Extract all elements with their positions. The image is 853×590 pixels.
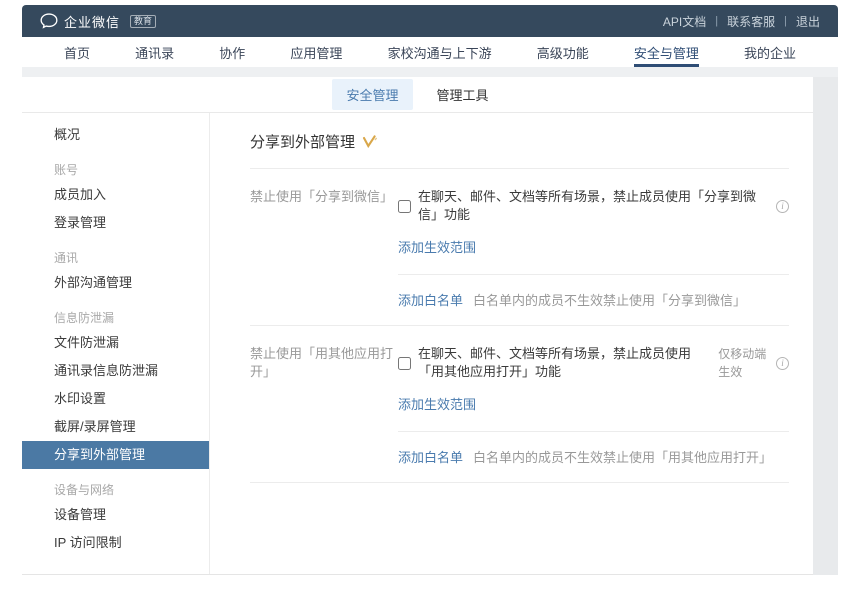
nav-item-school-communication[interactable]: 家校沟通与上下游 [388,37,492,67]
whitelist-hint: 白名单内的成员不生效禁止使用「用其他应用打开」 [473,447,772,466]
main-nav: 首页 通讯录 协作 应用管理 家校沟通与上下游 高级功能 安全与管理 我的企业 [22,37,838,67]
setting-forbid-share-to-wechat: 禁止使用「分享到微信」 在聊天、邮件、文档等所有场景，禁止成员使用「分享到微信」… [250,169,789,274]
sidebar-item-overview[interactable]: 概况 [22,121,209,149]
sidebar-item-member-join[interactable]: 成员加入 [22,181,209,209]
setting-body: 在聊天、邮件、文档等所有场景，禁止成员使用「分享到微信」功能 i 添加生效范围 [398,188,789,274]
sidebar-item-contacts-leak-prevention[interactable]: 通讯录信息防泄漏 [22,357,209,385]
info-icon[interactable]: i [776,357,789,370]
nav-item-collaboration[interactable]: 协作 [219,37,245,67]
sidebar-item-share-external-management[interactable]: 分享到外部管理 [22,441,209,469]
add-whitelist-link[interactable]: 添加白名单 [398,447,463,466]
workarea: 安全管理 管理工具 概况 账号 成员加入 登录管理 通讯 外部沟通管理 信息防泄… [22,77,838,575]
whitelist-row: 添加白名单 白名单内的成员不生效禁止使用「用其他应用打开」 [398,431,789,482]
nav-item-my-company[interactable]: 我的企业 [744,37,796,67]
setting-forbid-open-with-other-apps: 禁止使用「用其他应用打开」 在聊天、邮件、文档等所有场景，禁止成员使用「用其他应… [250,326,789,431]
divider: | [715,15,718,27]
logout-link[interactable]: 退出 [796,13,820,30]
page-title: 分享到外部管理 [250,131,355,152]
sidebar-item-watermark-settings[interactable]: 水印设置 [22,385,209,413]
divider: | [784,15,787,27]
tab-security-management[interactable]: 安全管理 [332,79,412,110]
sidebar-item-screenshot-management[interactable]: 截屏/录屏管理 [22,413,209,441]
add-whitelist-link[interactable]: 添加白名单 [398,290,463,309]
panel-body: 概况 账号 成员加入 登录管理 通讯 外部沟通管理 信息防泄漏 文件防泄漏 通讯… [22,113,813,574]
add-effective-scope-link[interactable]: 添加生效范围 [398,237,476,256]
nav-item-advanced-features[interactable]: 高级功能 [537,37,589,67]
gold-sprout-icon [362,135,377,148]
sidebar-group-communication: 通讯 [22,237,209,269]
scrollbar-track[interactable] [813,77,838,575]
add-effective-scope-link[interactable]: 添加生效范围 [398,394,476,413]
info-icon[interactable]: i [776,200,789,213]
setting-label: 禁止使用「用其他应用打开」 [250,345,398,431]
checkbox-line: 在聊天、邮件、文档等所有场景，禁止成员使用「用其他应用打开」功能 仅移动端生效 … [398,345,789,381]
checkbox-line: 在聊天、邮件、文档等所有场景，禁止成员使用「分享到微信」功能 i [398,188,789,224]
sidebar: 概况 账号 成员加入 登录管理 通讯 外部沟通管理 信息防泄漏 文件防泄漏 通讯… [22,113,210,574]
app-title: 企业微信 [64,12,120,31]
whitelist-hint: 白名单内的成员不生效禁止使用「分享到微信」 [473,290,746,309]
content-area: 分享到外部管理 禁止使用「分享到微信」 在聊天、邮件、文档等所有场景，禁止成员使… [210,113,813,574]
setting-label: 禁止使用「分享到微信」 [250,188,398,274]
sidebar-item-file-leak-prevention[interactable]: 文件防泄漏 [22,329,209,357]
checkbox-label: 在聊天、邮件、文档等所有场景，禁止成员使用「用其他应用打开」功能 [418,345,711,381]
sidebar-item-ip-access-restriction[interactable]: IP 访问限制 [22,529,209,557]
sidebar-group-info-leak-prevention: 信息防泄漏 [22,297,209,329]
setting-body: 在聊天、邮件、文档等所有场景，禁止成员使用「用其他应用打开」功能 仅移动端生效 … [398,345,789,431]
forbid-open-with-other-apps-checkbox[interactable] [398,357,411,370]
tab-management-tools[interactable]: 管理工具 [423,79,503,110]
sidebar-group-device-network: 设备与网络 [22,469,209,501]
page-title-row: 分享到外部管理 [250,131,789,169]
whitelist-row: 添加白名单 白名单内的成员不生效禁止使用「分享到微信」 [398,274,789,325]
sidebar-item-device-management[interactable]: 设备管理 [22,501,209,529]
nav-item-contacts[interactable]: 通讯录 [135,37,174,67]
contact-support-link[interactable]: 联系客服 [727,13,775,30]
wecom-bubble-icon [40,13,58,29]
checkbox-note: 仅移动端生效 [718,345,769,381]
checkbox-label: 在聊天、邮件、文档等所有场景，禁止成员使用「分享到微信」功能 [418,188,762,224]
nav-item-app-management[interactable]: 应用管理 [290,37,342,67]
forbid-share-to-wechat-checkbox[interactable] [398,200,411,213]
main-panel: 安全管理 管理工具 概况 账号 成员加入 登录管理 通讯 外部沟通管理 信息防泄… [22,77,813,575]
nav-item-security-management[interactable]: 安全与管理 [634,37,699,67]
api-docs-link[interactable]: API文档 [663,13,706,30]
nav-gap-strip [22,67,838,77]
sidebar-item-login-management[interactable]: 登录管理 [22,209,209,237]
sidebar-item-external-communication[interactable]: 外部沟通管理 [22,269,209,297]
section-divider [250,482,789,483]
nav-item-home[interactable]: 首页 [64,37,90,67]
tab-bar: 安全管理 管理工具 [22,77,813,113]
topbar: 企业微信 教育 API文档 | 联系客服 | 退出 [22,5,838,37]
app-logo: 企业微信 教育 [40,12,156,31]
topbar-links: API文档 | 联系客服 | 退出 [663,13,820,30]
edition-badge: 教育 [130,15,156,28]
sidebar-group-account: 账号 [22,149,209,181]
